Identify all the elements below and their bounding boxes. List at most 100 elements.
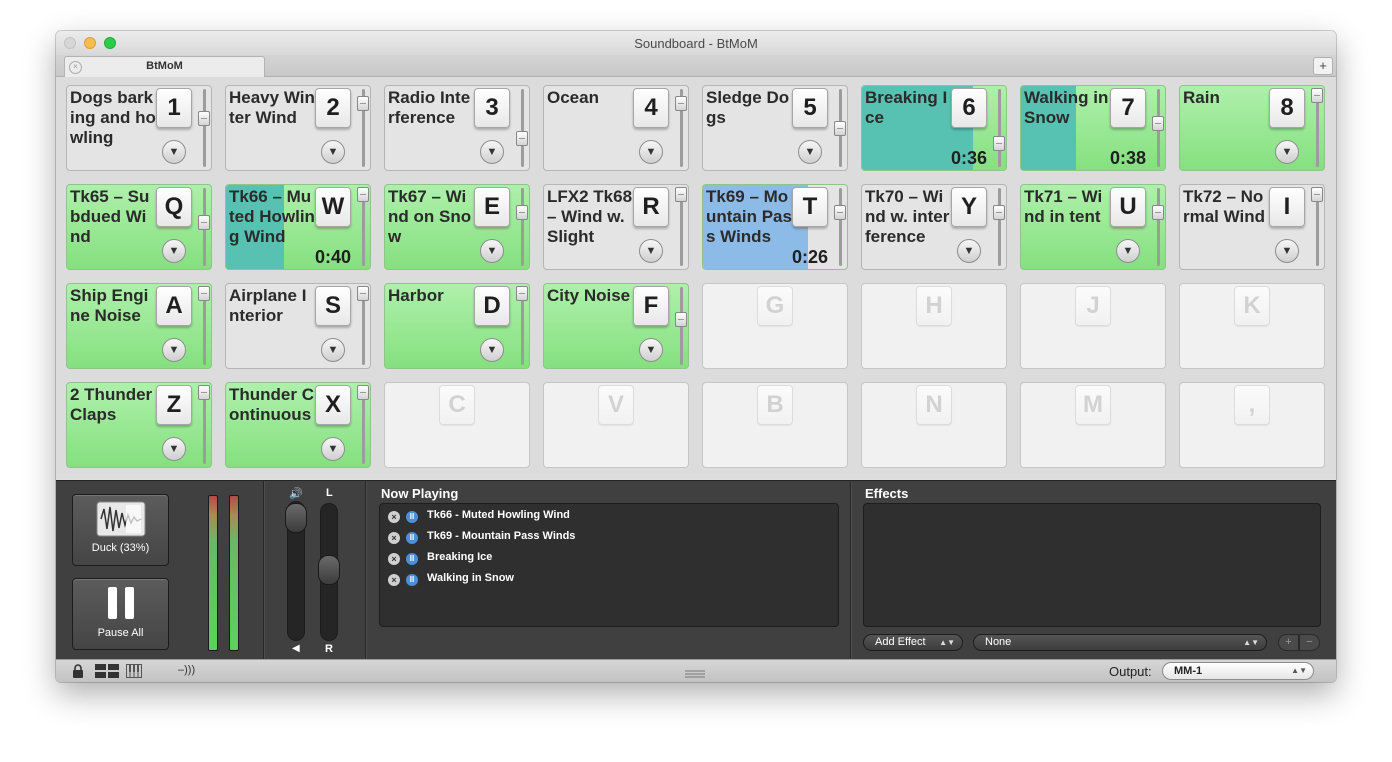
- add-effect-popup[interactable]: Add Effect ▲▼: [863, 634, 963, 651]
- master-volume-knob[interactable]: [285, 503, 307, 533]
- pad-options-chevron-icon[interactable]: ▼: [162, 437, 186, 461]
- lock-icon[interactable]: [72, 664, 84, 681]
- pad-options-chevron-icon[interactable]: ▼: [639, 239, 663, 263]
- pad-volume-knob[interactable]: [198, 385, 210, 400]
- pad-options-chevron-icon[interactable]: ▼: [321, 338, 345, 362]
- pad-options-chevron-icon[interactable]: ▼: [480, 140, 504, 164]
- pad-volume-slider[interactable]: [998, 89, 1001, 167]
- pause-icon[interactable]: II: [406, 574, 418, 586]
- pad-options-chevron-icon[interactable]: ▼: [162, 140, 186, 164]
- pad-options-chevron-icon[interactable]: ▼: [162, 338, 186, 362]
- duck-button[interactable]: Duck (33%): [72, 494, 169, 566]
- sound-pad-h[interactable]: H: [861, 283, 1007, 369]
- sound-pad-2[interactable]: Heavy Winter Wind 2 ▼: [225, 85, 371, 171]
- pad-volume-knob[interactable]: [1152, 205, 1164, 220]
- effect-preset-popup[interactable]: None ▲▼: [973, 634, 1267, 651]
- sound-pad-1[interactable]: Dogs barking and howling 1 ▼: [66, 85, 212, 171]
- sound-pad-7[interactable]: Walking in Snow 7 0:38: [1020, 85, 1166, 171]
- add-effect-plus-button[interactable]: +: [1278, 634, 1299, 651]
- pad-volume-knob[interactable]: [1311, 88, 1323, 103]
- pad-volume-slider[interactable]: [521, 188, 524, 266]
- balance-knob[interactable]: [318, 555, 340, 585]
- stop-icon[interactable]: ×: [388, 532, 400, 544]
- pad-volume-knob[interactable]: [516, 131, 528, 146]
- pad-volume-knob[interactable]: [993, 136, 1005, 151]
- stop-icon[interactable]: ×: [388, 511, 400, 523]
- pad-options-chevron-icon[interactable]: ▼: [321, 140, 345, 164]
- sound-pad-e[interactable]: Tk67 – Wind on Snow E ▼: [384, 184, 530, 270]
- pad-volume-knob[interactable]: [675, 187, 687, 202]
- sound-pad-6[interactable]: Breaking Ice 6 0:36: [861, 85, 1007, 171]
- sound-pad-c[interactable]: C: [384, 382, 530, 468]
- sound-pad-5[interactable]: Sledge Dogs 5 ▼: [702, 85, 848, 171]
- output-device-popup[interactable]: MM-1 ▲▼: [1162, 662, 1314, 680]
- pad-volume-slider[interactable]: [203, 89, 206, 167]
- grid-view-icon[interactable]: [95, 664, 119, 681]
- pad-volume-knob[interactable]: [834, 121, 846, 136]
- pad-volume-knob[interactable]: [198, 111, 210, 126]
- sound-pad-8[interactable]: Rain 8 ▼: [1179, 85, 1325, 171]
- remove-effect-minus-button[interactable]: −: [1299, 634, 1320, 651]
- sound-pad-r[interactable]: LFX2 Tk68 – Wind w. Slight R ▼: [543, 184, 689, 270]
- sound-pad-a[interactable]: Ship Engine Noise A ▼: [66, 283, 212, 369]
- sound-pad-i[interactable]: Tk72 – Normal Wind I ▼: [1179, 184, 1325, 270]
- pad-volume-knob[interactable]: [516, 286, 528, 301]
- pad-options-chevron-icon[interactable]: ▼: [957, 239, 981, 263]
- pad-volume-knob[interactable]: [834, 205, 846, 220]
- pause-icon[interactable]: II: [406, 511, 418, 523]
- keyboard-view-icon[interactable]: [126, 664, 142, 681]
- sound-pad-b[interactable]: B: [702, 382, 848, 468]
- pad-volume-slider[interactable]: [839, 188, 842, 266]
- pad-volume-knob[interactable]: [357, 286, 369, 301]
- pad-options-chevron-icon[interactable]: ▼: [1275, 239, 1299, 263]
- sound-pad-u[interactable]: Tk71 – Wind in tent U ▼: [1020, 184, 1166, 270]
- pad-options-chevron-icon[interactable]: ▼: [321, 437, 345, 461]
- pause-icon[interactable]: II: [406, 553, 418, 565]
- pad-options-chevron-icon[interactable]: ▼: [1116, 239, 1140, 263]
- pad-volume-knob[interactable]: [357, 96, 369, 111]
- pad-volume-knob[interactable]: [675, 96, 687, 111]
- pad-volume-slider[interactable]: [998, 188, 1001, 266]
- pad-volume-knob[interactable]: [516, 205, 528, 220]
- pad-volume-knob[interactable]: [198, 215, 210, 230]
- pad-options-chevron-icon[interactable]: ▼: [639, 140, 663, 164]
- pad-volume-slider[interactable]: [521, 89, 524, 167]
- sound-pad-s[interactable]: Airplane Interior S ▼: [225, 283, 371, 369]
- pad-volume-knob[interactable]: [993, 205, 1005, 220]
- resize-handle-icon[interactable]: [685, 666, 705, 681]
- sound-pad-k[interactable]: K: [1179, 283, 1325, 369]
- stop-icon[interactable]: ×: [388, 574, 400, 586]
- pad-options-chevron-icon[interactable]: ▼: [480, 338, 504, 362]
- sound-pad-y[interactable]: Tk70 – Wind w. interference Y ▼: [861, 184, 1007, 270]
- pad-options-chevron-icon[interactable]: ▼: [798, 140, 822, 164]
- sound-pad-n[interactable]: N: [861, 382, 1007, 468]
- pad-volume-knob[interactable]: [675, 312, 687, 327]
- sound-pad-q[interactable]: Tk65 – Subdued Wind Q ▼: [66, 184, 212, 270]
- sound-pad-x[interactable]: Thunder Continuous X ▼: [225, 382, 371, 468]
- sound-pad-4[interactable]: Ocean 4 ▼: [543, 85, 689, 171]
- sound-pad-m[interactable]: M: [1020, 382, 1166, 468]
- pad-options-chevron-icon[interactable]: ▼: [162, 239, 186, 263]
- sound-pad-w[interactable]: Tk66 – Muted Howling Wind W 0:40: [225, 184, 371, 270]
- pad-options-chevron-icon[interactable]: ▼: [639, 338, 663, 362]
- pause-icon[interactable]: II: [406, 532, 418, 544]
- sound-pad-v[interactable]: V: [543, 382, 689, 468]
- pad-volume-slider[interactable]: [1157, 188, 1160, 266]
- sound-pad-d[interactable]: Harbor D ▼: [384, 283, 530, 369]
- sound-pad-j[interactable]: J: [1020, 283, 1166, 369]
- tab-btmom[interactable]: × BtMoM: [64, 56, 265, 77]
- sound-pad-t[interactable]: Tk69 – Mountain Pass Winds T 0:26: [702, 184, 848, 270]
- pad-volume-knob[interactable]: [1311, 187, 1323, 202]
- add-tab-button[interactable]: +: [1313, 57, 1333, 75]
- pad-options-chevron-icon[interactable]: ▼: [480, 239, 504, 263]
- sound-pad-f[interactable]: City Noise F ▼: [543, 283, 689, 369]
- midi-broadcast-icon[interactable]: –))): [178, 664, 195, 676]
- stop-icon[interactable]: ×: [388, 553, 400, 565]
- pause-all-button[interactable]: Pause All: [72, 578, 169, 650]
- pad-options-chevron-icon[interactable]: ▼: [1275, 140, 1299, 164]
- pad-volume-knob[interactable]: [357, 385, 369, 400]
- pad-volume-knob[interactable]: [1152, 116, 1164, 131]
- pad-volume-knob[interactable]: [357, 187, 369, 202]
- sound-pad-comma[interactable]: ,: [1179, 382, 1325, 468]
- sound-pad-3[interactable]: Radio Interference 3 ▼: [384, 85, 530, 171]
